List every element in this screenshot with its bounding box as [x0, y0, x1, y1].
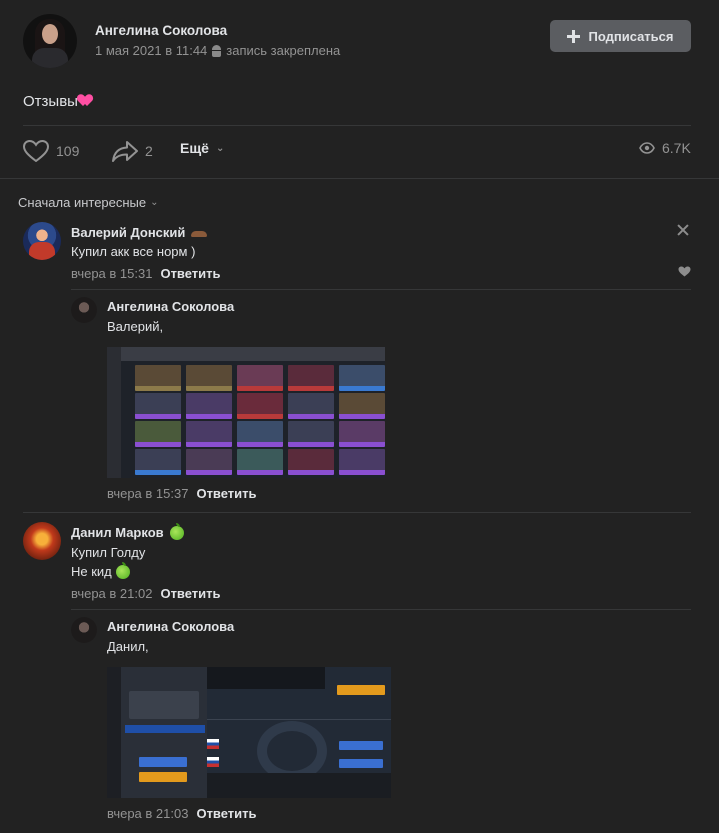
- reply-author-avatar[interactable]: [71, 297, 97, 323]
- reply-button[interactable]: Ответить: [196, 806, 256, 821]
- inventory-tile: [186, 449, 232, 475]
- post-date[interactable]: 1 мая 2021 в 11:44: [95, 43, 207, 58]
- divider: [23, 512, 691, 513]
- apple-emoji: [169, 522, 184, 540]
- commenter-avatar[interactable]: [23, 222, 61, 260]
- trade-screenshot[interactable]: [107, 667, 391, 798]
- comment-author[interactable]: Данил Марков: [71, 522, 184, 540]
- inventory-tile: [186, 421, 232, 447]
- inventory-tile: [339, 421, 385, 447]
- inventory-tile: [186, 393, 232, 419]
- comment-text-line: Купил Голду: [71, 545, 146, 560]
- comment-author-name: Данил Марков: [71, 525, 164, 540]
- divider: [23, 125, 691, 126]
- reply-footer: вчера в 15:37 Ответить: [107, 486, 257, 501]
- post-text: Отзывы: [23, 93, 93, 110]
- plus-icon: [567, 29, 581, 43]
- inventory-tile: [288, 393, 334, 419]
- mustache-emoji: [191, 229, 208, 237]
- inventory-tile: [135, 449, 181, 475]
- heart-icon[interactable]: [678, 266, 691, 277]
- post-actions: 109 2 Ещё ⌄ 6.7K: [23, 140, 691, 164]
- comment-text-line: Не кид: [71, 561, 130, 579]
- like-icon: [23, 140, 49, 162]
- reply-author[interactable]: Ангелина Соколова: [107, 299, 234, 314]
- inventory-tile: [237, 365, 283, 391]
- views-counter: 6.7K: [639, 140, 691, 156]
- reply-date[interactable]: вчера в 21:03: [107, 806, 188, 821]
- inventory-tile: [237, 449, 283, 475]
- wall-post: Ангелина Соколова 1 мая 2021 в 11:44 зап…: [0, 0, 719, 833]
- comment-author-name: Валерий Донский: [71, 225, 186, 240]
- divider: [0, 178, 719, 179]
- pink-heart-emoji: [79, 95, 93, 108]
- author-avatar[interactable]: [23, 14, 77, 68]
- more-button[interactable]: Ещё ⌄: [180, 140, 224, 156]
- inventory-tile: [288, 365, 334, 391]
- like-button[interactable]: 109: [23, 140, 79, 162]
- divider: [71, 609, 691, 610]
- inventory-screenshot[interactable]: [107, 347, 385, 478]
- inventory-tile: [237, 393, 283, 419]
- inventory-tile: [135, 421, 181, 447]
- comment-text: Купил акк все норм ): [71, 244, 196, 259]
- inventory-tile: [288, 421, 334, 447]
- comment-footer: вчера в 15:31 Ответить: [71, 266, 221, 281]
- author-name[interactable]: Ангелина Соколова: [95, 23, 227, 38]
- reply-author[interactable]: Ангелина Соколова: [107, 619, 234, 634]
- reply-text: Валерий,: [107, 319, 164, 334]
- comment-footer: вчера в 21:02 Ответить: [71, 586, 221, 601]
- sort-dropdown[interactable]: Сначала интересные ⌄: [18, 195, 159, 210]
- reply-date[interactable]: вчера в 15:37: [107, 486, 188, 501]
- chevron-down-icon: ⌄: [150, 197, 159, 208]
- shares-count: 2: [145, 143, 153, 159]
- inventory-tile: [339, 365, 385, 391]
- inventory-tile: [288, 449, 334, 475]
- inventory-tile: [339, 393, 385, 419]
- comment-text-line-content: Не кид: [71, 564, 112, 579]
- subscribe-button[interactable]: Подписаться: [550, 20, 691, 52]
- divider: [71, 289, 691, 290]
- more-label: Ещё: [180, 140, 209, 156]
- commenter-avatar[interactable]: [23, 522, 61, 560]
- close-icon[interactable]: [677, 224, 689, 236]
- inventory-tile: [339, 449, 385, 475]
- pinned-label: запись закреплена: [226, 43, 341, 58]
- comment-date[interactable]: вчера в 15:31: [71, 266, 152, 281]
- reply-author-avatar[interactable]: [71, 617, 97, 643]
- sort-label: Сначала интересные: [18, 195, 147, 210]
- reply-button[interactable]: Ответить: [160, 586, 220, 601]
- android-icon: [211, 44, 222, 57]
- inventory-tile: [186, 365, 232, 391]
- inventory-tile: [135, 365, 181, 391]
- post-text-content: Отзывы: [23, 93, 78, 110]
- reply-button[interactable]: Ответить: [160, 266, 220, 281]
- chevron-down-icon: ⌄: [215, 142, 225, 154]
- post-meta: 1 мая 2021 в 11:44 запись закреплена: [95, 43, 340, 58]
- share-button[interactable]: 2: [112, 140, 153, 162]
- views-icon: [639, 142, 655, 154]
- inventory-tile: [135, 393, 181, 419]
- reply-footer: вчера в 21:03 Ответить: [107, 806, 257, 821]
- likes-count: 109: [56, 143, 80, 159]
- subscribe-label: Подписаться: [588, 28, 674, 44]
- views-count: 6.7K: [662, 140, 691, 156]
- apple-emoji: [115, 561, 130, 579]
- comment-date[interactable]: вчера в 21:02: [71, 586, 152, 601]
- inventory-tile: [237, 421, 283, 447]
- reply-button[interactable]: Ответить: [196, 486, 256, 501]
- comment-author[interactable]: Валерий Донский: [71, 225, 208, 240]
- reply-text: Данил,: [107, 639, 149, 654]
- share-icon: [112, 141, 138, 162]
